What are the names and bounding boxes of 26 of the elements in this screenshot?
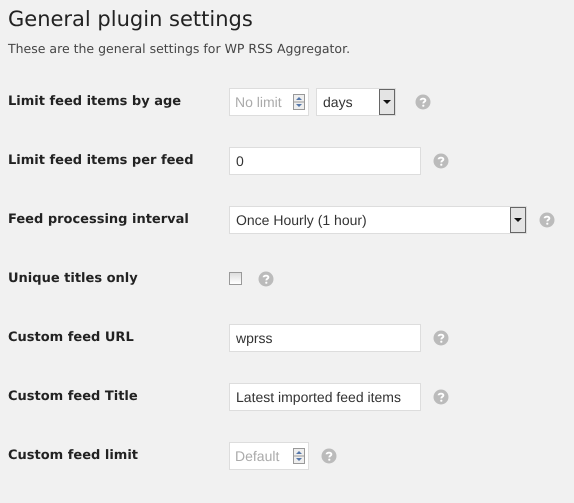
spinner-arrows-icon[interactable] bbox=[293, 448, 305, 464]
setting-label: Limit feed items by age bbox=[8, 94, 182, 109]
setting-label: Custom feed Title bbox=[8, 389, 138, 404]
setting-label: Custom feed URL bbox=[8, 330, 134, 345]
unit-select[interactable]: days bbox=[316, 88, 396, 116]
setting-label: Limit feed items per feed bbox=[8, 153, 194, 168]
text-field[interactable]: wprss bbox=[229, 324, 421, 352]
help-icon[interactable] bbox=[539, 212, 555, 228]
help-icon[interactable] bbox=[415, 94, 431, 110]
spinner-arrows-icon[interactable] bbox=[293, 94, 305, 110]
help-icon[interactable] bbox=[433, 330, 449, 346]
help-icon[interactable] bbox=[433, 388, 449, 404]
checkbox[interactable] bbox=[229, 272, 242, 285]
interval-select[interactable]: Once Hourly (1 hour) bbox=[229, 206, 527, 234]
description: These are the general settings for WP RSS Aggregator. bbox=[8, 40, 350, 58]
number-field[interactable]: Default bbox=[229, 442, 309, 470]
text-field[interactable]: 0 bbox=[229, 146, 421, 174]
page-title: General plugin settings bbox=[8, 6, 253, 33]
setting-label: Unique titles only bbox=[8, 271, 138, 286]
text-field[interactable]: Latest imported feed items bbox=[229, 382, 421, 410]
help-icon[interactable] bbox=[258, 270, 274, 286]
help-icon[interactable] bbox=[321, 448, 337, 464]
number-field[interactable]: No limit bbox=[229, 88, 309, 116]
setting-label: Feed processing interval bbox=[8, 212, 189, 227]
help-icon[interactable] bbox=[433, 152, 449, 168]
setting-label: Custom feed limit bbox=[8, 448, 138, 463]
